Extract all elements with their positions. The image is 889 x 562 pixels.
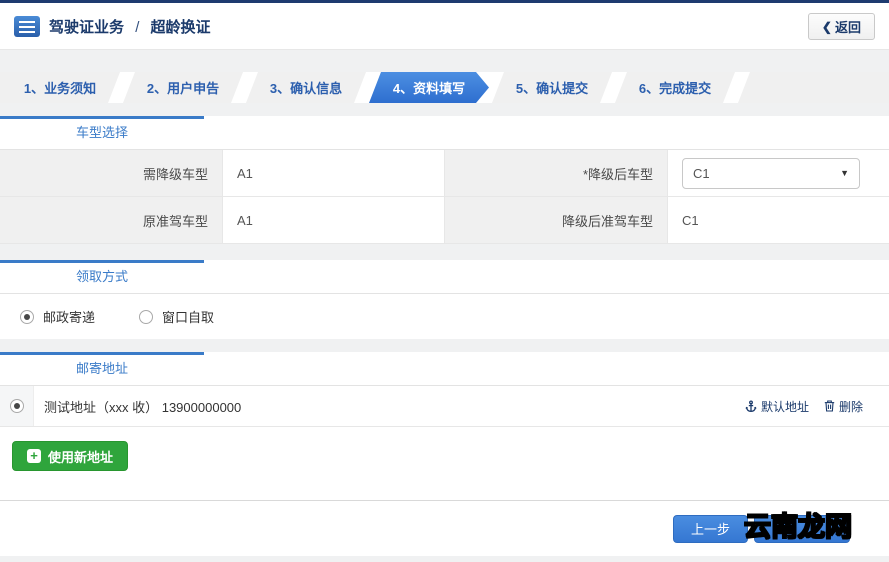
new-address-area: + 使用新地址	[0, 427, 889, 500]
cell-downgraded-type: C1 ▼	[668, 150, 889, 197]
chevron-down-icon: ▼	[840, 168, 849, 178]
section-vehicle-type: 车型选择 需降级车型 A1 *降级后车型 C1 ▼ 原准驾车型 A1 降级后准驾…	[0, 116, 889, 244]
default-address-link[interactable]: 默认地址	[745, 398, 809, 415]
radio-postal-delivery-label: 邮政寄递	[43, 310, 96, 325]
anchor-icon	[745, 399, 757, 413]
section-vehicle-title: 车型选择	[75, 125, 128, 140]
back-button[interactable]: ❮ 返回	[807, 13, 875, 40]
value-permit-after-downgrade: C1	[668, 197, 889, 244]
breadcrumb: 驾驶证业务 / 超龄换证	[49, 16, 211, 37]
prev-step-button[interactable]: 上一步	[672, 514, 748, 543]
radio-window-pickup-label: 窗口自取	[162, 310, 215, 325]
delete-address-link[interactable]: 删除	[824, 398, 863, 415]
value-original-permit: A1	[223, 197, 445, 244]
next-step-button[interactable]	[754, 514, 850, 543]
address-row: 测试地址（xxx 收） 13900000000 默认地址 删除	[0, 386, 889, 427]
tab-filler	[738, 72, 889, 103]
radio-window-pickup[interactable]: 窗口自取	[139, 307, 214, 326]
address-radio[interactable]	[9, 399, 24, 413]
section-mailing-title: 邮寄地址	[75, 361, 128, 376]
label-permit-after-downgrade: 降级后准驾车型	[445, 197, 668, 244]
value-downgrade-needed: A1	[223, 150, 445, 197]
page-header: 驾驶证业务 / 超龄换证 ❮ 返回	[0, 3, 889, 50]
downgraded-type-select[interactable]: C1 ▼	[682, 157, 860, 189]
list-icon	[14, 15, 40, 37]
default-address-label: 默认地址	[760, 399, 809, 414]
section-vehicle-header: 车型选择	[0, 116, 889, 150]
tab-step-3[interactable]: 3、确认信息	[246, 72, 366, 103]
radio-unselected-icon	[139, 309, 154, 324]
chevron-left-icon: ❮	[821, 19, 832, 34]
next-step-area: 云南龙网	[743, 511, 853, 543]
delete-address-label: 删除	[838, 399, 863, 414]
section-pickup-method: 领取方式 邮政寄递 窗口自取	[0, 260, 889, 339]
address-radio-cell	[0, 386, 34, 426]
label-original-permit: 原准驾车型	[0, 197, 223, 244]
label-downgrade-needed: 需降级车型	[0, 150, 223, 197]
section-accent-bar	[0, 352, 204, 355]
breadcrumb-primary: 驾驶证业务	[49, 18, 125, 36]
use-new-address-button[interactable]: + 使用新地址	[12, 441, 129, 471]
tab-step-5[interactable]: 5、确认提交	[492, 72, 612, 103]
footer-bar: 上一步 云南龙网	[0, 500, 889, 556]
breadcrumb-separator: /	[135, 18, 140, 36]
section-mailing-header: 邮寄地址	[0, 352, 889, 386]
plus-icon: +	[27, 449, 41, 463]
tab-step-1[interactable]: 1、业务须知	[0, 72, 120, 103]
section-mailing-address: 邮寄地址 测试地址（xxx 收） 13900000000 默认地址 删除 + 使…	[0, 352, 889, 500]
section-accent-bar	[0, 116, 204, 119]
pickup-options-row: 邮政寄递 窗口自取	[0, 294, 889, 339]
use-new-address-label: 使用新地址	[48, 449, 114, 465]
select-selected-value: C1	[693, 165, 710, 181]
breadcrumb-secondary: 超龄换证	[150, 18, 211, 36]
address-actions: 默认地址 删除	[745, 398, 889, 415]
section-accent-bar	[0, 260, 204, 263]
tab-step-2[interactable]: 2、用户申告	[123, 72, 243, 103]
section-pickup-title: 领取方式	[75, 269, 128, 284]
address-text: 测试地址（xxx 收） 13900000000	[44, 399, 242, 415]
step-tabs: 1、业务须知 2、用户申告 3、确认信息 4、资料填写 5、确认提交 6、完成提…	[0, 72, 889, 103]
section-pickup-header: 领取方式	[0, 260, 889, 294]
back-button-label: 返回	[834, 20, 861, 35]
radio-selected-icon	[20, 309, 34, 324]
vehicle-form-table: 需降级车型 A1 *降级后车型 C1 ▼ 原准驾车型 A1 降级后准驾车型 C1	[0, 150, 889, 244]
label-downgraded-type: *降级后车型	[445, 150, 668, 197]
tab-step-4-active[interactable]: 4、资料填写	[369, 72, 489, 103]
radio-postal-delivery[interactable]: 邮政寄递	[20, 307, 95, 326]
trash-icon	[824, 400, 835, 412]
tab-step-6[interactable]: 6、完成提交	[615, 72, 735, 103]
